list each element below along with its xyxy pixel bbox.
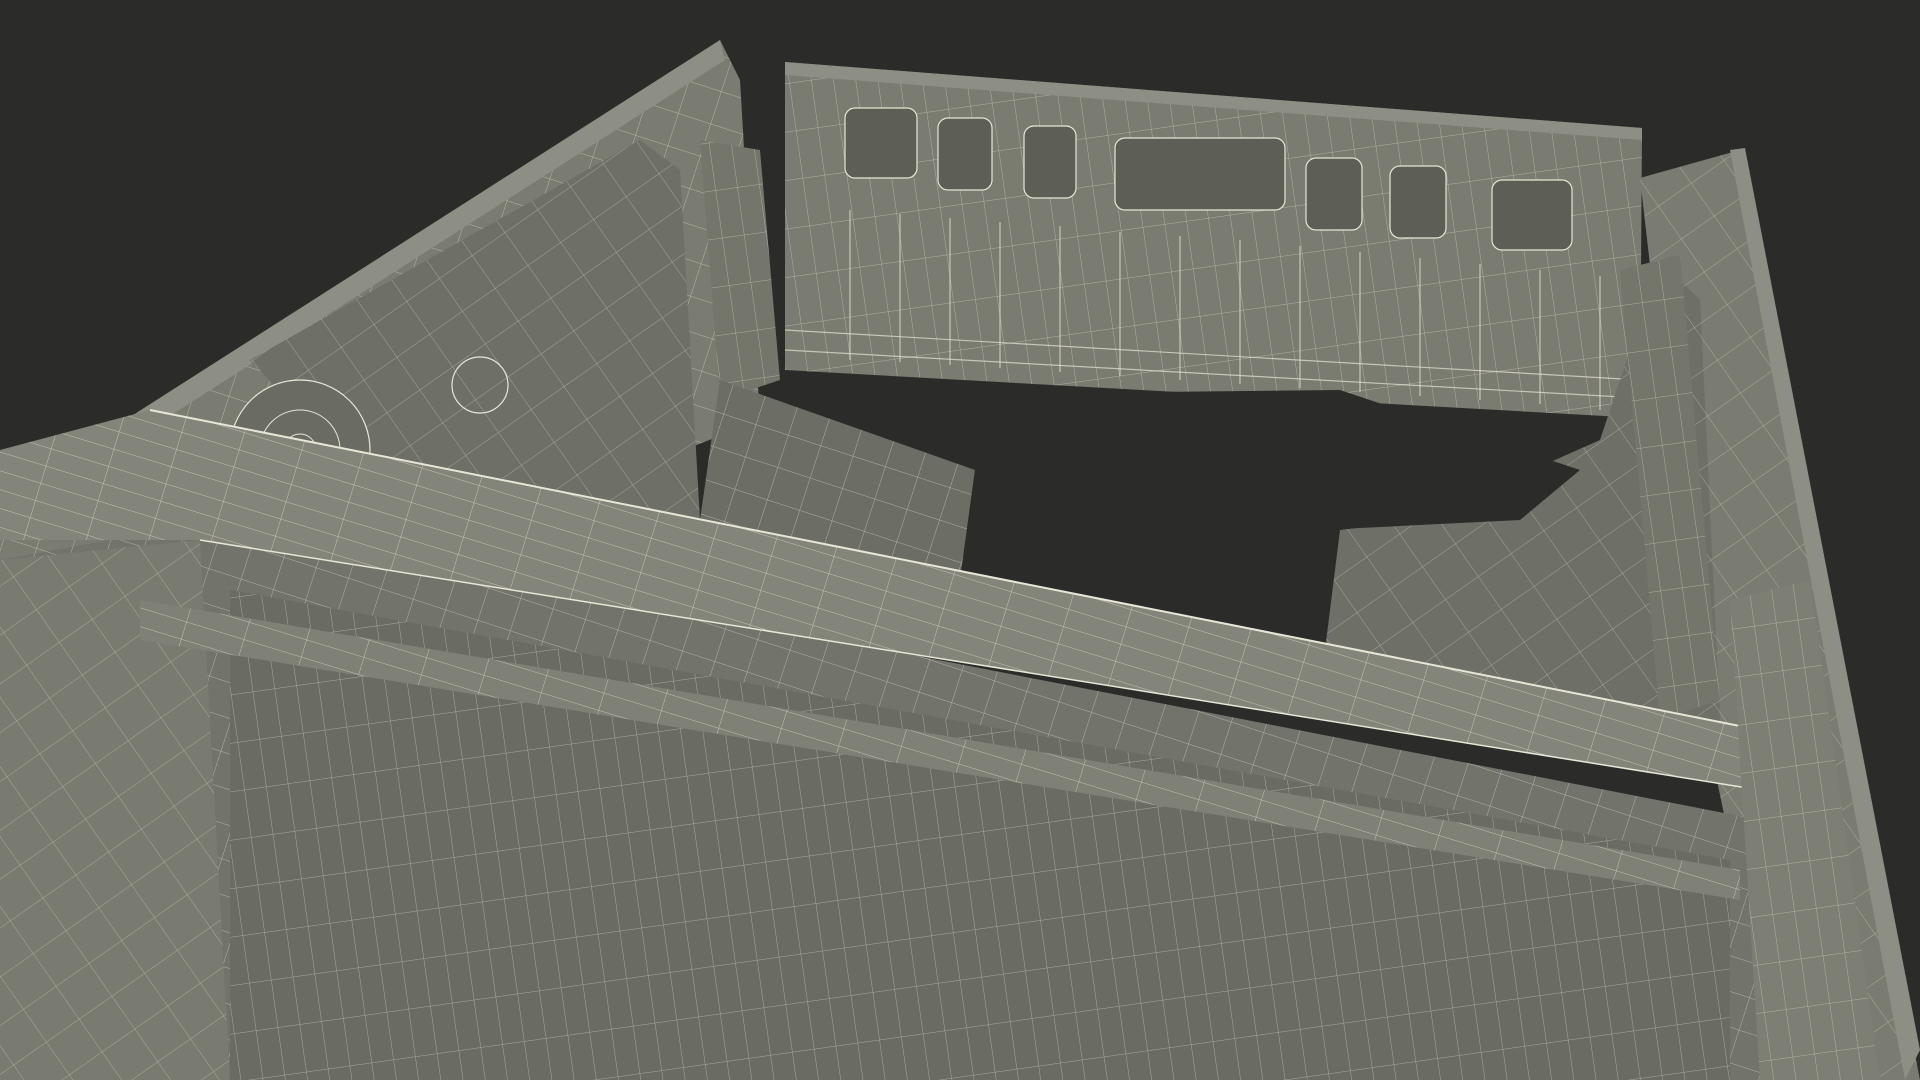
- back-wall: [784, 62, 1642, 418]
- wireframe-render: [0, 40, 1920, 1080]
- render-viewport: [0, 0, 1920, 1080]
